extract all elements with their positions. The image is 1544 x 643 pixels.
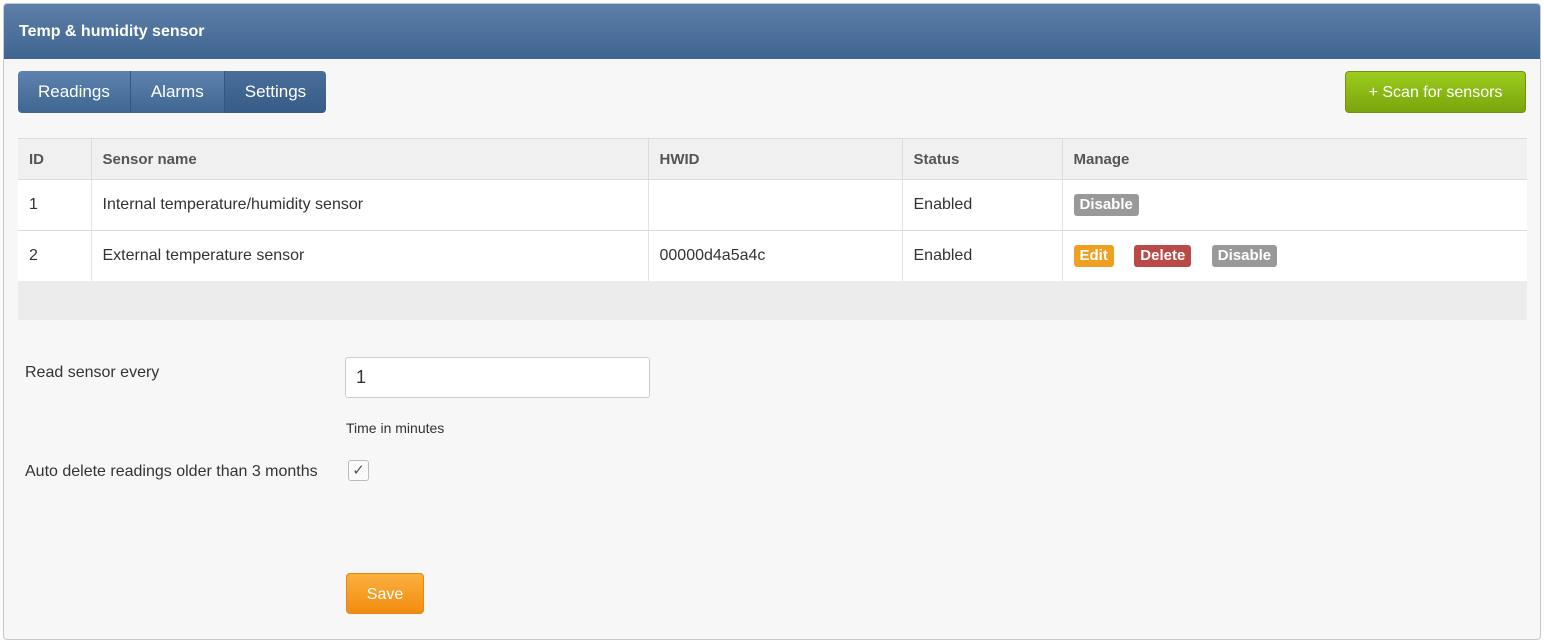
cell-sensor-name: External temperature sensor bbox=[91, 230, 649, 282]
column-header-sensor-name: Sensor name bbox=[91, 138, 649, 180]
cell-id: 2 bbox=[18, 230, 92, 282]
cell-manage: Edit Delete Disable bbox=[1062, 230, 1527, 282]
scan-for-sensors-button[interactable]: + Scan for sensors bbox=[1345, 71, 1526, 113]
table-row: 1 Internal temperature/humidity sensor E… bbox=[18, 179, 1527, 231]
column-header-id: ID bbox=[18, 138, 92, 180]
cell-hwid bbox=[648, 179, 903, 231]
edit-button[interactable]: Edit bbox=[1073, 245, 1114, 267]
read-interval-input[interactable] bbox=[345, 357, 650, 398]
tab-alarms[interactable]: Alarms bbox=[130, 71, 225, 113]
column-header-manage: Manage bbox=[1062, 138, 1527, 180]
tab-readings[interactable]: Readings bbox=[18, 71, 131, 113]
sensor-panel: Temp & humidity sensor Readings Alarms S… bbox=[3, 3, 1541, 640]
cell-manage: Disable bbox=[1062, 179, 1527, 231]
cell-status: Enabled bbox=[902, 230, 1063, 282]
cell-status: Enabled bbox=[902, 179, 1063, 231]
cell-hwid: 00000d4a5a4c bbox=[648, 230, 903, 282]
column-header-hwid: HWID bbox=[648, 138, 903, 180]
read-interval-label: Read sensor every bbox=[25, 364, 160, 381]
disable-button[interactable]: Disable bbox=[1211, 245, 1278, 267]
delete-button[interactable]: Delete bbox=[1134, 245, 1192, 267]
disable-button[interactable]: Disable bbox=[1073, 194, 1139, 216]
cell-id: 1 bbox=[18, 179, 92, 231]
table-footer bbox=[18, 281, 1527, 320]
tab-group: Readings Alarms Settings bbox=[18, 71, 327, 113]
checkmark-icon: ✓ bbox=[352, 462, 365, 479]
sensor-table: ID Sensor name HWID Status Manage 1 Inte… bbox=[18, 138, 1527, 282]
table-header-row: ID Sensor name HWID Status Manage bbox=[18, 138, 1527, 180]
auto-delete-label: Auto delete readings older than 3 months bbox=[25, 463, 318, 480]
read-interval-help: Time in minutes bbox=[346, 420, 445, 436]
column-header-status: Status bbox=[902, 138, 1063, 180]
panel-title: Temp & humidity sensor bbox=[4, 4, 1540, 59]
tab-settings[interactable]: Settings bbox=[224, 71, 327, 113]
auto-delete-checkbox[interactable]: ✓ bbox=[348, 460, 369, 481]
cell-sensor-name: Internal temperature/humidity sensor bbox=[91, 179, 649, 231]
save-button[interactable]: Save bbox=[346, 573, 424, 614]
toolbar: Readings Alarms Settings + Scan for sens… bbox=[18, 71, 1526, 114]
table-row: 2 External temperature sensor 00000d4a5a… bbox=[18, 230, 1527, 282]
